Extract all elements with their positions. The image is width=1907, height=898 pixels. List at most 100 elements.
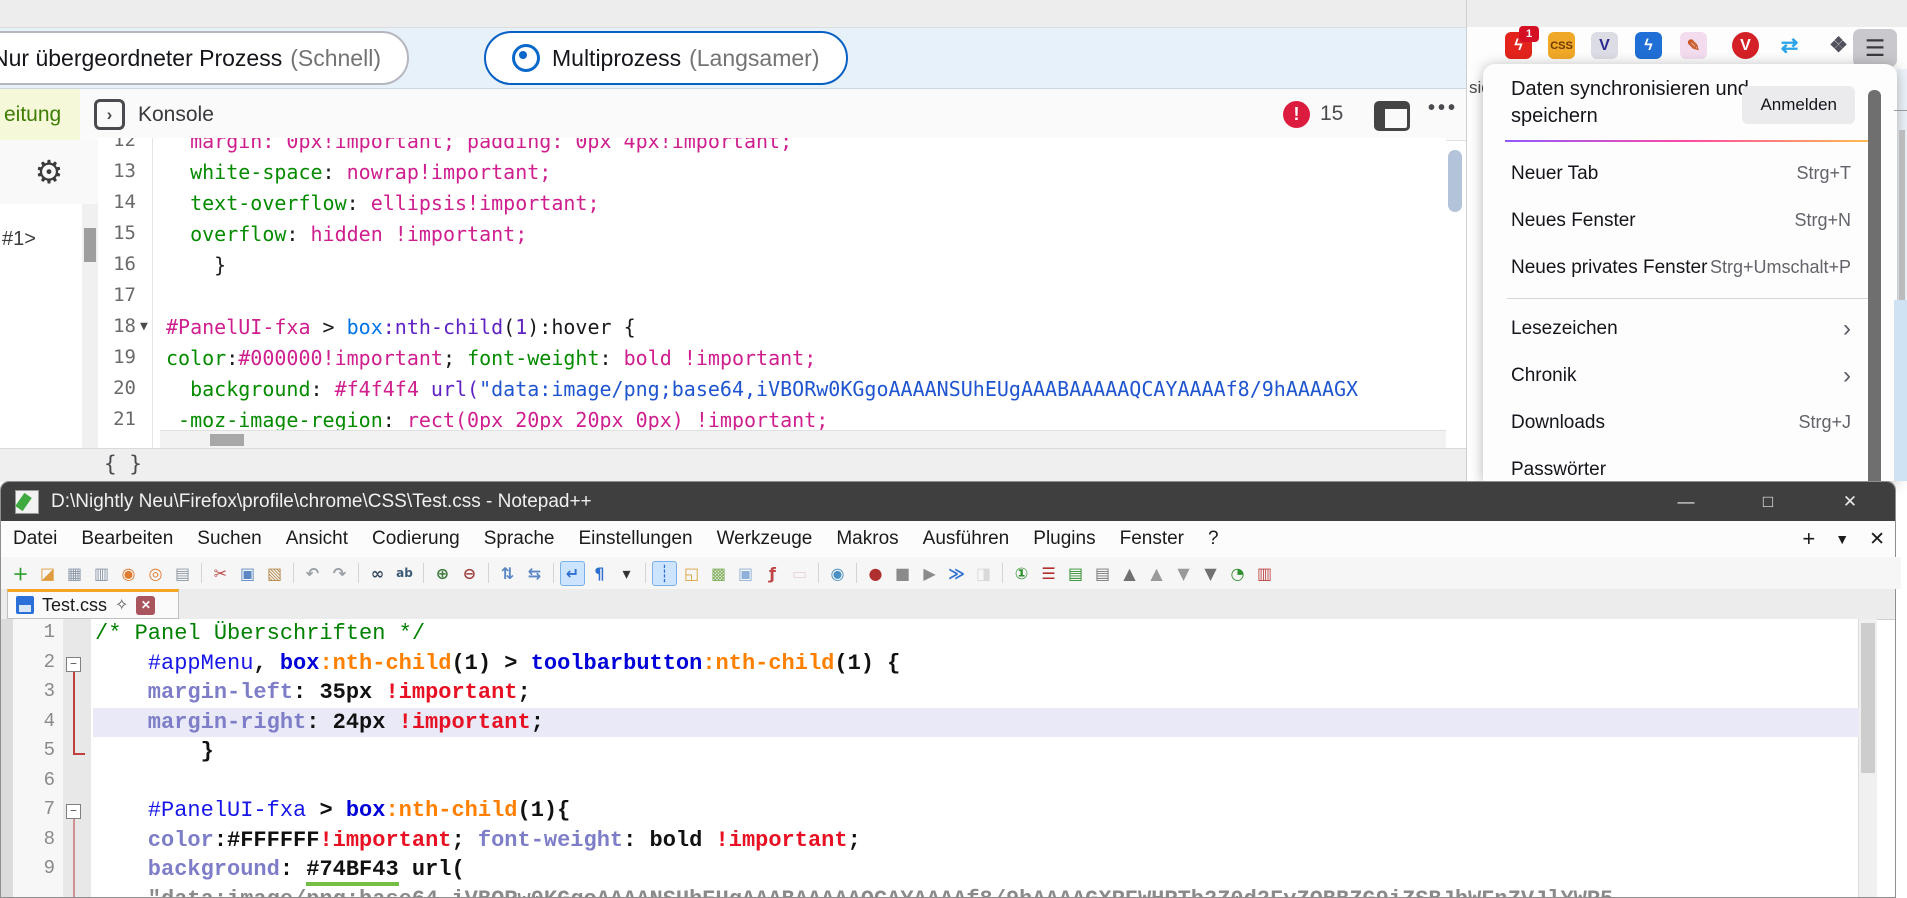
bookmark-next-icon[interactable]: ▤ <box>1063 561 1088 586</box>
sidebar-row[interactable] <box>0 288 82 375</box>
menu-makros[interactable]: Makros <box>824 528 910 550</box>
menu-item-neues-privates-fenster[interactable]: Neues privates FensterStrg+Umschalt+P <box>1483 244 1897 291</box>
extensions-puzzle-icon[interactable]: ❖ <box>1825 32 1852 59</box>
open-folder-icon[interactable]: ◪ <box>35 561 60 586</box>
bookmark-first-icon[interactable]: ① <box>1009 561 1034 586</box>
copy-icon[interactable]: ▣ <box>235 561 260 586</box>
devtools-tab-console[interactable]: › Konsole <box>94 89 214 140</box>
document-map-icon[interactable]: ▩ <box>706 561 731 586</box>
pretty-print-icon[interactable]: { } <box>104 452 142 476</box>
zoom-in-icon[interactable]: ⊕ <box>430 561 455 586</box>
editor-vscrollbar[interactable] <box>1858 619 1877 897</box>
sync-h-scroll-icon[interactable]: ⇆ <box>522 561 547 586</box>
editor-vscrollbar-thumb[interactable] <box>1861 623 1875 773</box>
paste-icon[interactable]: ▧ <box>262 561 287 586</box>
menu-item-neuer-tab[interactable]: Neuer TabStrg+T <box>1483 150 1897 197</box>
process-option-parent-only[interactable]: Nur übergeordneter Prozess (Schnell) <box>0 31 409 85</box>
preview-eye-icon[interactable]: ◉ <box>825 561 850 586</box>
cut-icon[interactable]: ✂ <box>208 561 233 586</box>
zoom-out-icon[interactable]: ⊖ <box>457 561 482 586</box>
menu-item-lesezeichen[interactable]: Lesezeichen› <box>1483 305 1897 352</box>
devtools-code-editor[interactable]: 12 margin: 0px!important; padding: 0px 4… <box>98 138 1446 448</box>
menu-sprache[interactable]: Sprache <box>472 528 567 550</box>
menu-fenster[interactable]: Fenster <box>1108 528 1196 550</box>
menu-item-chronik[interactable]: Chronik› <box>1483 352 1897 399</box>
menu-scrollbar-thumb[interactable] <box>1868 90 1881 481</box>
menu-suchen[interactable]: Suchen <box>185 528 273 550</box>
gear-icon[interactable]: ⚙ <box>0 140 98 205</box>
menu-?[interactable]: ? <box>1196 528 1231 550</box>
document-tab[interactable]: Test.css ✧ ✕ <box>7 589 179 619</box>
menu-bearbeiten[interactable]: Bearbeiten <box>69 528 185 550</box>
menu-werkzeuge[interactable]: Werkzeuge <box>705 528 825 550</box>
menu-plugins[interactable]: Plugins <box>1021 528 1107 550</box>
replace-icon[interactable]: ab <box>392 561 417 586</box>
sidebar-scrollbar-thumb[interactable] <box>84 228 96 262</box>
screenshot-edit-extension[interactable]: ✎ <box>1680 32 1707 59</box>
css-extension[interactable]: CSS <box>1548 32 1575 59</box>
hamburger-menu-button[interactable]: ☰ <box>1853 29 1897 67</box>
sync-v-scroll-icon[interactable]: ⇅ <box>495 561 520 586</box>
save-all-icon[interactable]: ▥ <box>89 561 114 586</box>
function-list-icon[interactable]: ƒ <box>760 561 785 586</box>
fold-current-icon[interactable]: ▲ <box>1144 561 1169 586</box>
notepadpp-code-editor[interactable]: 1/* Panel Überschriften */2– #appMenu, b… <box>1 619 1877 897</box>
devtools-tab-clipped[interactable]: eitung <box>0 89 80 140</box>
redo-icon[interactable]: ↷ <box>327 561 352 586</box>
clone-document-icon[interactable]: ▣ <box>733 561 758 586</box>
fold-minus-icon[interactable]: – <box>66 804 81 819</box>
editor-hscrollbar-thumb[interactable] <box>210 434 244 446</box>
macro-stop-icon[interactable]: ■ <box>890 561 915 586</box>
error-badge-icon[interactable]: ! <box>1283 101 1310 128</box>
process-option-multiprocess[interactable]: Multiprozess (Langsamer) <box>484 31 848 85</box>
radio-selected-icon[interactable] <box>512 44 540 72</box>
find-icon[interactable]: ∞ <box>365 561 390 586</box>
split-console-icon[interactable] <box>1374 101 1410 131</box>
timer-tool-icon[interactable]: ◔ <box>1225 561 1250 586</box>
macro-run-multiple-icon[interactable]: ≫ <box>944 561 969 586</box>
menu-item-passwörter[interactable]: Passwörter <box>1483 446 1897 481</box>
minimize-button[interactable]: — <box>1663 482 1709 521</box>
bookmark-clear-icon[interactable]: ▤ <box>1090 561 1115 586</box>
unfold-all-icon[interactable]: ▼ <box>1198 561 1223 586</box>
close-document-button[interactable]: ✕ <box>1869 528 1885 551</box>
sign-in-button[interactable]: Anmelden <box>1742 86 1855 124</box>
v-circle-extension[interactable]: V <box>1732 32 1759 59</box>
sidebar-row[interactable] <box>0 374 82 449</box>
close-all-icon[interactable]: ◎ <box>143 561 168 586</box>
editor-vscrollbar-thumb[interactable] <box>1448 150 1462 212</box>
maximize-button[interactable]: □ <box>1745 482 1791 521</box>
page-scrollbar-thumb[interactable] <box>1899 130 1905 300</box>
fold-all-icon[interactable]: ▲ <box>1117 561 1142 586</box>
menu-scrollbar[interactable] <box>1868 90 1881 481</box>
show-all-chars-icon[interactable]: ¶ <box>587 561 612 586</box>
save-icon[interactable]: ▦ <box>62 561 87 586</box>
new-document-button[interactable]: + <box>1802 526 1815 552</box>
print-icon[interactable]: ▤ <box>170 561 195 586</box>
meatball-menu-icon[interactable]: ••• <box>1428 97 1458 120</box>
tab-close-icon[interactable]: ✕ <box>136 596 155 615</box>
doc-list-dropdown-icon[interactable]: ▼ <box>1835 531 1849 547</box>
macro-record-icon[interactable]: ● <box>863 561 888 586</box>
pin-icon[interactable]: ✧ <box>115 595 128 615</box>
undo-icon[interactable]: ↶ <box>300 561 325 586</box>
menu-datei[interactable]: Datei <box>1 528 69 550</box>
menu-ansicht[interactable]: Ansicht <box>274 528 360 550</box>
lightning-extension[interactable]: ϟ <box>1635 32 1662 59</box>
fold-minus-icon[interactable]: – <box>66 657 81 672</box>
folder-as-workspace-icon[interactable]: ▭ <box>787 561 812 586</box>
vertical-edge-icon[interactable]: ▥ <box>1252 561 1277 586</box>
sync-arrows-icon[interactable]: ⇄ <box>1776 32 1803 59</box>
macro-play-icon[interactable]: ▶ <box>917 561 942 586</box>
new-file-icon[interactable]: ＋ <box>8 561 33 586</box>
close-doc-icon[interactable]: ◉ <box>116 561 141 586</box>
tab-session-extension[interactable]: ϟ1 <box>1505 32 1532 59</box>
menu-einstellungen[interactable]: Einstellungen <box>566 528 704 550</box>
bookmark-toggle-icon[interactable]: ☰ <box>1036 561 1061 586</box>
editor-hscrollbar[interactable] <box>160 430 1446 449</box>
menu-codierung[interactable]: Codierung <box>360 528 472 550</box>
macro-save-icon[interactable]: ◨ <box>971 561 996 586</box>
toolbar-dropdown-icon[interactable]: ▾ <box>614 561 639 586</box>
menu-ausfhren[interactable]: Ausführen <box>911 528 1022 550</box>
menu-item-neues-fenster[interactable]: Neues FensterStrg+N <box>1483 197 1897 244</box>
